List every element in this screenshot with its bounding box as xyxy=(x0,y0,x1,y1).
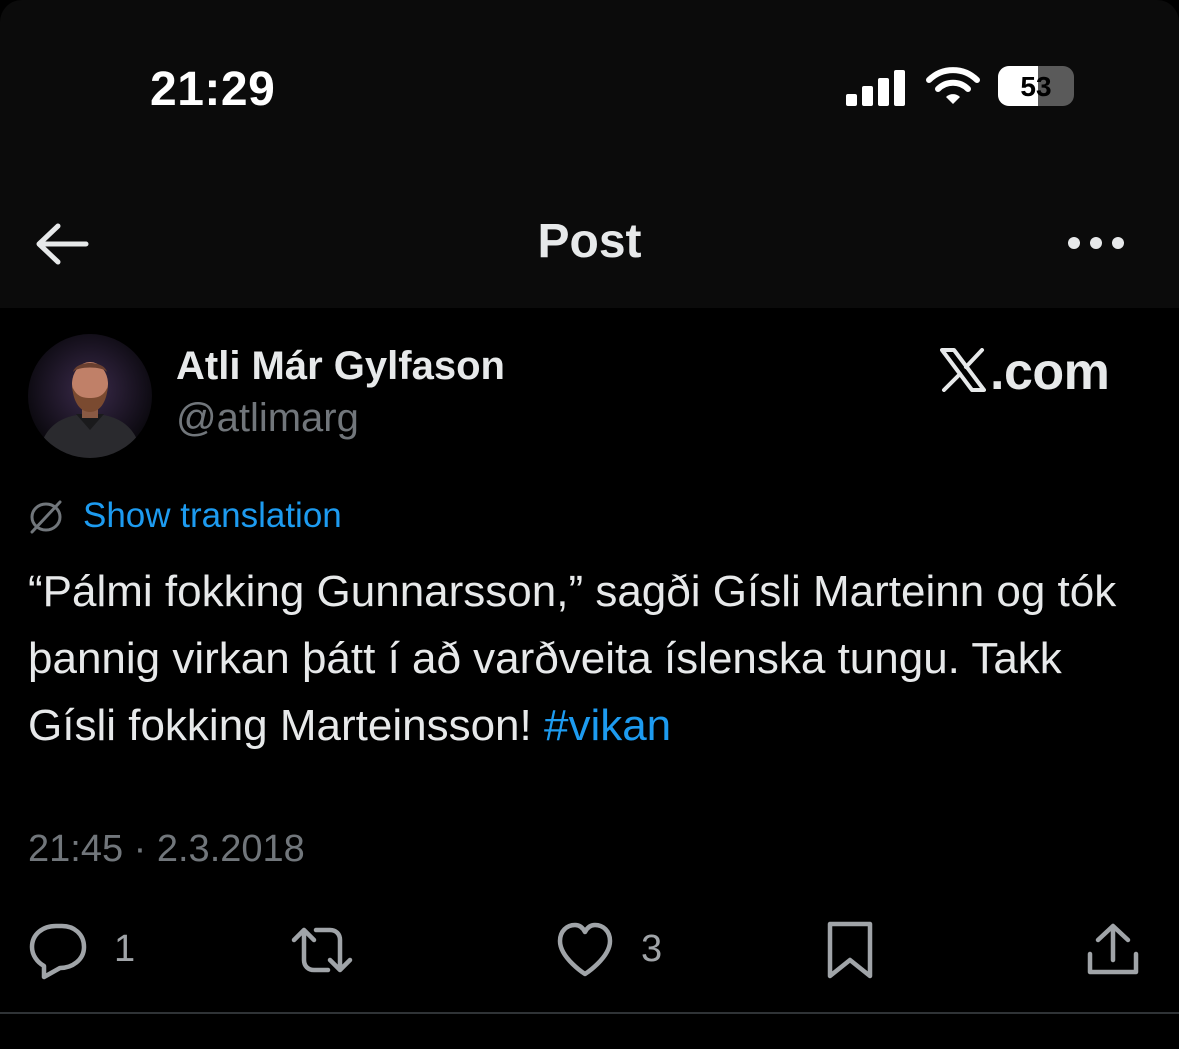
like-icon xyxy=(557,922,613,977)
bookmark-button[interactable] xyxy=(826,920,874,980)
cellular-signal-icon xyxy=(846,70,906,106)
post-timestamp[interactable]: 21:45 · 2.3.2018 xyxy=(28,828,305,871)
reply-count: 1 xyxy=(114,928,136,970)
page-title: Post xyxy=(537,215,642,268)
author-name[interactable]: Atli Már Gylfason xyxy=(176,344,505,389)
like-count: 3 xyxy=(641,928,663,970)
repost-button[interactable] xyxy=(288,920,356,980)
reply-button[interactable]: 1 xyxy=(28,920,138,980)
like-button[interactable]: 3 xyxy=(555,920,670,980)
repost-icon xyxy=(291,927,353,973)
share-icon xyxy=(1087,923,1139,975)
divider xyxy=(0,1012,1179,1014)
wifi-icon xyxy=(926,67,980,104)
avatar[interactable] xyxy=(28,334,152,458)
bookmark-icon xyxy=(827,921,873,979)
share-button[interactable] xyxy=(1086,920,1140,980)
hashtag-link[interactable]: #vikan xyxy=(544,701,671,750)
show-translation-link[interactable]: Show translation xyxy=(83,496,342,536)
x-logo-icon xyxy=(940,348,986,392)
post-text: “Pálmi fokking Gunnarsson,” sagði Gísli … xyxy=(28,558,1158,759)
translate-icon xyxy=(30,500,62,534)
author-handle[interactable]: @atlimarg xyxy=(176,396,359,441)
x-com-label: .com xyxy=(990,343,1110,401)
x-com-brand: .com xyxy=(940,342,1124,401)
reply-icon xyxy=(29,923,87,980)
battery-tip xyxy=(998,66,1074,106)
more-icon[interactable] xyxy=(1066,234,1126,252)
status-time: 21:29 xyxy=(150,63,276,116)
